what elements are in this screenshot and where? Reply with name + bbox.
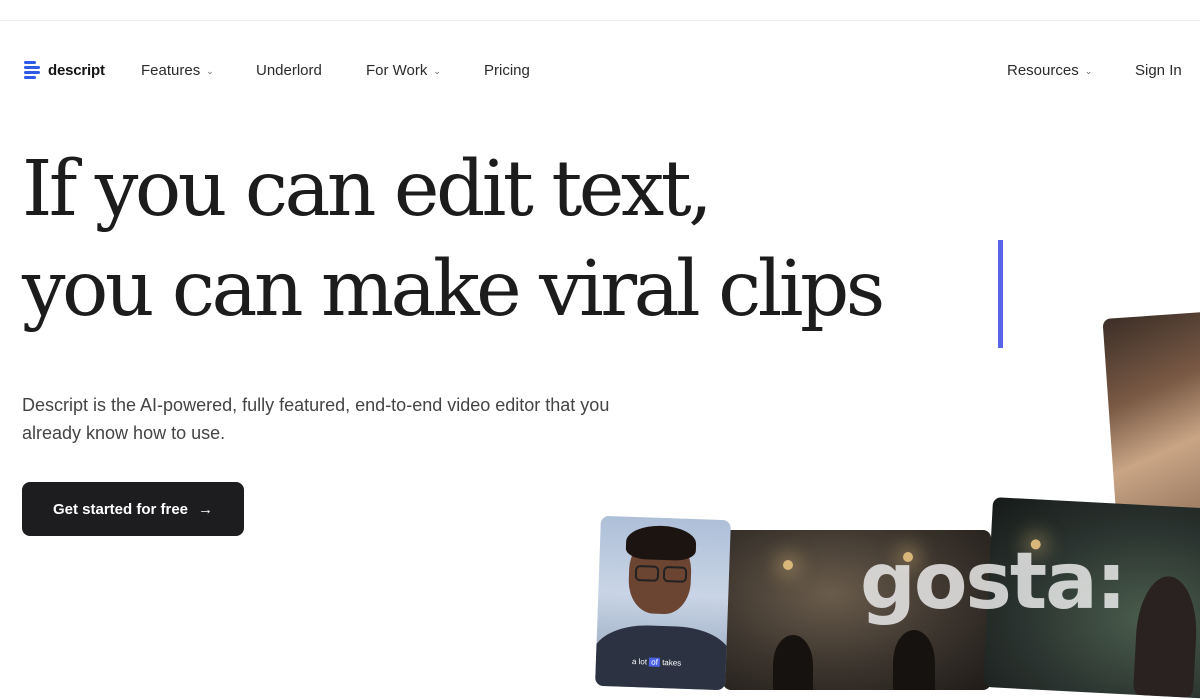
hero-subheading: Descript is the AI-powered, fully featur… [22,395,610,443]
video-caption: a lot of takes [631,656,682,668]
nav-resources-label: Resources [1007,62,1079,79]
nav-for-work[interactable]: For Work ⌄ [366,62,441,79]
nav-pricing-label: Pricing [484,62,530,79]
arrow-right-icon: → [198,500,214,518]
nav-for-work-label: For Work [366,62,428,79]
nav-underlord-label: Underlord [256,62,322,79]
glasses-icon [634,565,688,583]
headline-line-2: you can make viral clips [22,245,885,334]
hero-headline: If you can edit text, you can make viral… [22,140,885,340]
nav-pricing[interactable]: Pricing [484,62,530,79]
chevron-down-icon: ⌄ [206,66,214,76]
watermark: gosta: [860,537,1127,627]
presenter-video-thumbnail: a lot of takes [595,515,731,691]
nav-underlord[interactable]: Underlord [256,62,322,79]
top-divider [0,20,1200,21]
get-started-label: Get started for free [52,500,189,518]
sign-in-link[interactable]: Sign In [1135,62,1182,79]
get-started-button[interactable]: Get started for free → [22,482,244,536]
presenter-shirt [595,623,731,691]
nav-features-label: Features [141,62,201,79]
brand-name: descript [48,61,105,79]
headline-line-1: If you can edit text, [22,145,713,234]
descript-logo-icon [24,60,42,80]
chevron-down-icon: ⌄ [1084,66,1093,76]
nav-features[interactable]: Features ⌄ [141,62,214,79]
descript-logo[interactable]: descript [24,60,105,80]
sign-in-label: Sign In [1135,62,1182,79]
nav-resources[interactable]: Resources ⌄ [1007,62,1092,79]
text-cursor [998,240,1003,348]
chevron-down-icon: ⌄ [433,66,441,76]
presenter-hair [625,524,697,562]
